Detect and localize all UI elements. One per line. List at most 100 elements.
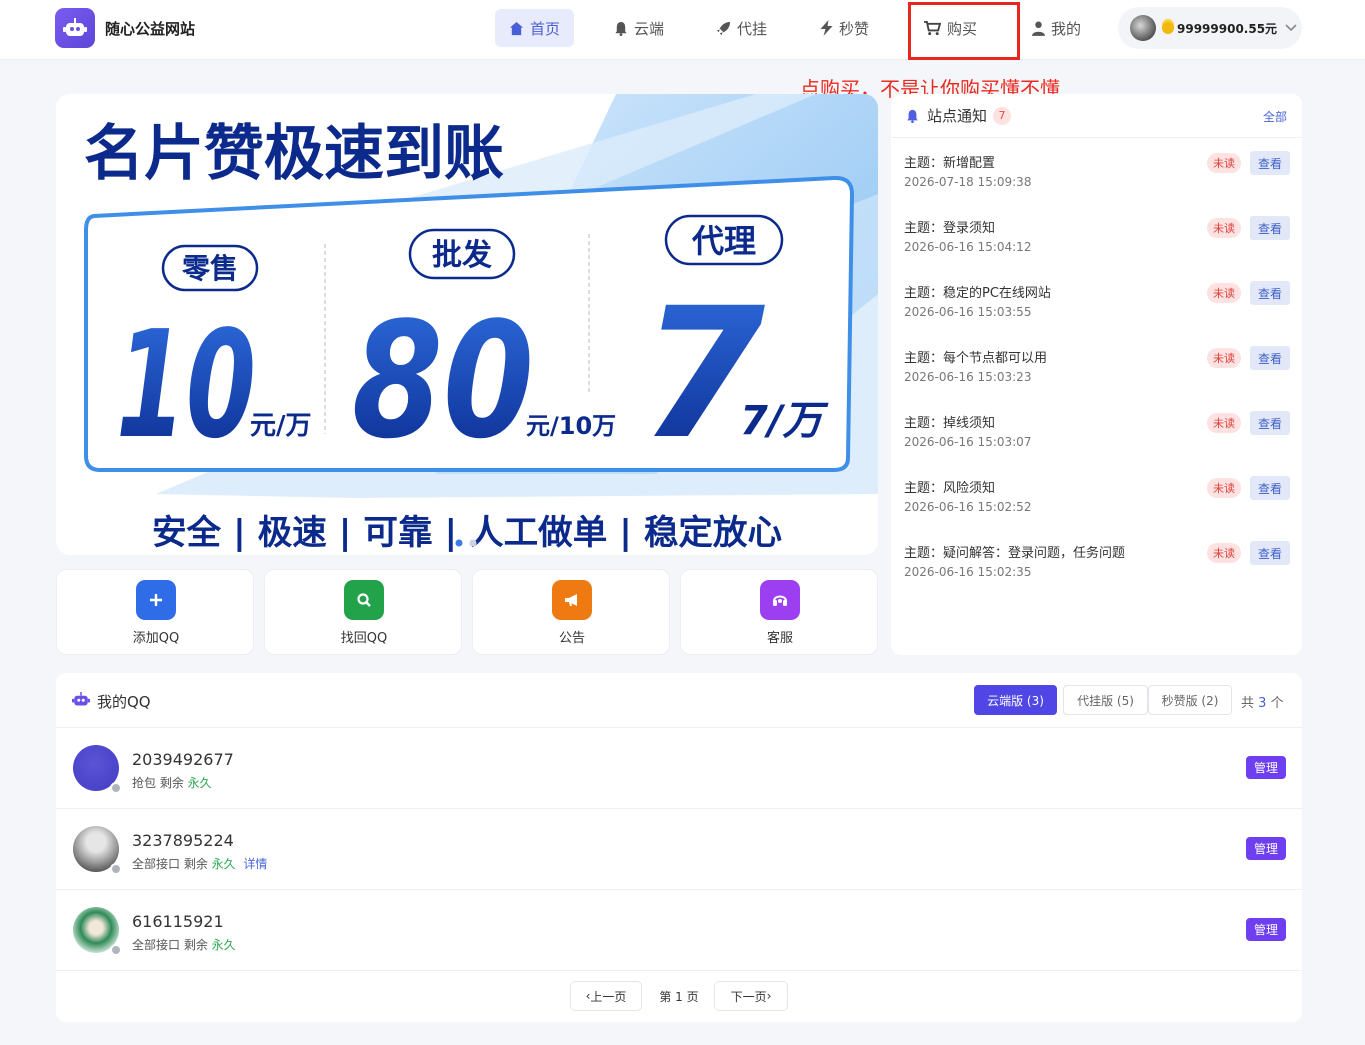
balance-amount: 99999900.55元 [1177,21,1278,36]
remain-value: 永久 [211,938,236,952]
notice-item[interactable]: 主题：每个节点都可以用 2026-06-16 15:03:23 未读 查看 [891,333,1302,398]
carousel-dot-active[interactable] [455,539,463,547]
qq-meta: 全部接口 剩余 永久 详情 [132,857,268,871]
notice-item[interactable]: 主题：掉线须知 2026-06-16 15:03:07 未读 查看 [891,398,1302,463]
manage-button[interactable]: 管理 [1246,837,1286,860]
coin-icon [1162,22,1174,34]
status-dot [110,863,122,875]
banner-headline: 名片赞极速到账 [84,119,504,189]
robot-logo-icon[interactable] [55,8,95,48]
notice-time: 2026-06-16 15:04:12 [904,240,1032,254]
site-title[interactable]: 随心公益网站 [105,18,195,39]
unread-badge: 未读 [1207,283,1241,303]
notice-time: 2026-06-16 15:02:52 [904,500,1032,514]
view-notice-button[interactable]: 查看 [1250,216,1290,240]
promo-banner[interactable]: 名片赞极速到账 零售 10 元/万 批发 80 元/10万 代理 7 7/万 安… [56,94,878,555]
top-navbar: 随心公益网站 首页 云端 代挂 秒赞 购买 我的 99999900.55元 [0,0,1365,60]
svg-text:元/10万: 元/10万 [526,412,616,440]
status-dot [110,944,122,956]
user-menu[interactable]: 99999900.55元 [1118,7,1302,49]
details-link[interactable]: 详情 [243,857,267,871]
site-notices-panel: 站点通知 7 全部 主题：新增配置 2026-07-18 15:09:38 未读 查看… [891,94,1302,655]
svg-text:批发: 批发 [432,238,492,273]
notice-item[interactable]: 主题：稳定的PC在线网站 2026-06-16 15:03:55 未读 查看 [891,268,1302,333]
notice-subject: 主题：稳定的PC在线网站 [904,286,1051,301]
unread-badge: 未读 [1207,478,1241,498]
unread-badge: 未读 [1207,153,1241,173]
notice-time: 2026-06-16 15:03:23 [904,370,1032,384]
unread-badge: 未读 [1207,348,1241,368]
carousel-dot[interactable] [469,539,477,547]
notice-subject: 主题：新增配置 [904,156,996,171]
unread-badge: 未读 [1207,218,1241,238]
next-page-button[interactable]: 下一页 › [714,981,788,1011]
bell-icon [907,109,918,123]
view-notice-button[interactable]: 查看 [1250,346,1290,370]
qq-meta: 抢包 剩余 永久 [132,776,212,790]
notice-item[interactable]: 主题：新增配置 2026-07-18 15:09:38 未读 查看 [891,138,1302,203]
view-notice-button[interactable]: 查看 [1250,281,1290,305]
svg-text:零售: 零售 [182,252,238,285]
unread-badge: 未读 [1207,413,1241,433]
bell-icon [615,21,627,36]
nav-mine-label: 我的 [1051,19,1082,38]
quick-action-label: 客服 [766,631,793,646]
qq-number: 3237895224 [132,831,234,850]
svg-text:代理: 代理 [691,222,756,260]
qq-account-row: 2039492677 抢包 剩余 永久 管理 [56,728,1302,809]
nav-cloud[interactable]: 云端 [600,9,678,47]
notices-header: 站点通知 7 全部 [891,94,1302,138]
manage-button[interactable]: 管理 [1246,918,1286,941]
plus-icon [136,580,176,620]
view-notice-button[interactable]: 查看 [1250,151,1290,175]
my-qq-title: 我的QQ [97,693,151,711]
notice-item[interactable]: 主题：登录须知 2026-06-16 15:04:12 未读 查看 [891,203,1302,268]
quick-action-label: 添加QQ [132,631,180,646]
manage-button[interactable]: 管理 [1246,756,1286,779]
prev-page-button[interactable]: ‹ 上一页 [570,981,642,1011]
qq-account-row: 616115921 全部接口 剩余 永久 管理 [56,890,1302,971]
quick-action-megaphone[interactable]: 公告 [472,569,670,655]
remain-value: 永久 [211,857,236,871]
notice-item[interactable]: 主题：疑问解答：登录问题，任务问题 2026-06-16 15:02:35 未读 查看 [891,528,1302,593]
nav-cloud-label: 云端 [634,19,665,38]
notice-subject: 主题：掉线须知 [904,416,996,431]
headset-icon [760,580,800,620]
nav-mine[interactable]: 我的 [1018,9,1095,47]
quick-action-headset[interactable]: 客服 [680,569,878,655]
notices-all-link[interactable]: 全部 [1263,108,1287,125]
notices-title: 站点通知 [927,107,988,125]
view-notice-button[interactable]: 查看 [1250,476,1290,500]
unread-badge: 未读 [1207,543,1241,563]
tab-proxy-version[interactable]: 代挂版 (5) [1063,685,1148,715]
tab-quick-like-version[interactable]: 秒赞版 (2) [1148,685,1232,715]
nav-proxy-label: 代挂 [737,19,768,38]
home-icon [509,21,524,35]
nav-home-label: 首页 [530,19,561,38]
notice-subject: 主题：每个节点都可以用 [904,351,1048,366]
nav-quick-like[interactable]: 秒赞 [806,9,883,47]
quick-action-search[interactable]: 找回QQ [264,569,462,655]
qq-account-row: 3237895224 全部接口 剩余 永久 详情 管理 [56,809,1302,890]
tab-cloud-version[interactable]: 云端版 (3) [974,685,1057,715]
svg-text:10: 10 [116,299,256,471]
search-icon [344,580,384,620]
view-notice-button[interactable]: 查看 [1250,411,1290,435]
avatar [1130,15,1156,41]
view-notice-button[interactable]: 查看 [1250,541,1290,565]
quick-action-plus[interactable]: 添加QQ [56,569,254,655]
notice-time: 2026-07-18 15:09:38 [904,175,1032,189]
nav-home[interactable]: 首页 [495,9,575,47]
remain-value: 永久 [187,776,212,790]
qq-number: 2039492677 [132,750,234,769]
notice-subject: 主题：疑问解答：登录问题，任务问题 [904,546,1126,561]
my-qq-panel: 我的QQ 云端版 (3) 代挂版 (5) 秒赞版 (2) 共 3 个 20394… [56,673,1302,1022]
quick-action-label: 找回QQ [340,631,388,646]
nav-quick-like-label: 秒赞 [839,19,870,38]
nav-proxy[interactable]: 代挂 [702,9,781,47]
notice-time: 2026-06-16 15:03:55 [904,305,1032,319]
notice-time: 2026-06-16 15:03:07 [904,435,1032,449]
notice-item[interactable]: 主题：风险须知 2026-06-16 15:02:52 未读 查看 [891,463,1302,528]
chevron-down-icon [1285,24,1297,32]
total-count: 共 3 个 [1241,696,1284,711]
